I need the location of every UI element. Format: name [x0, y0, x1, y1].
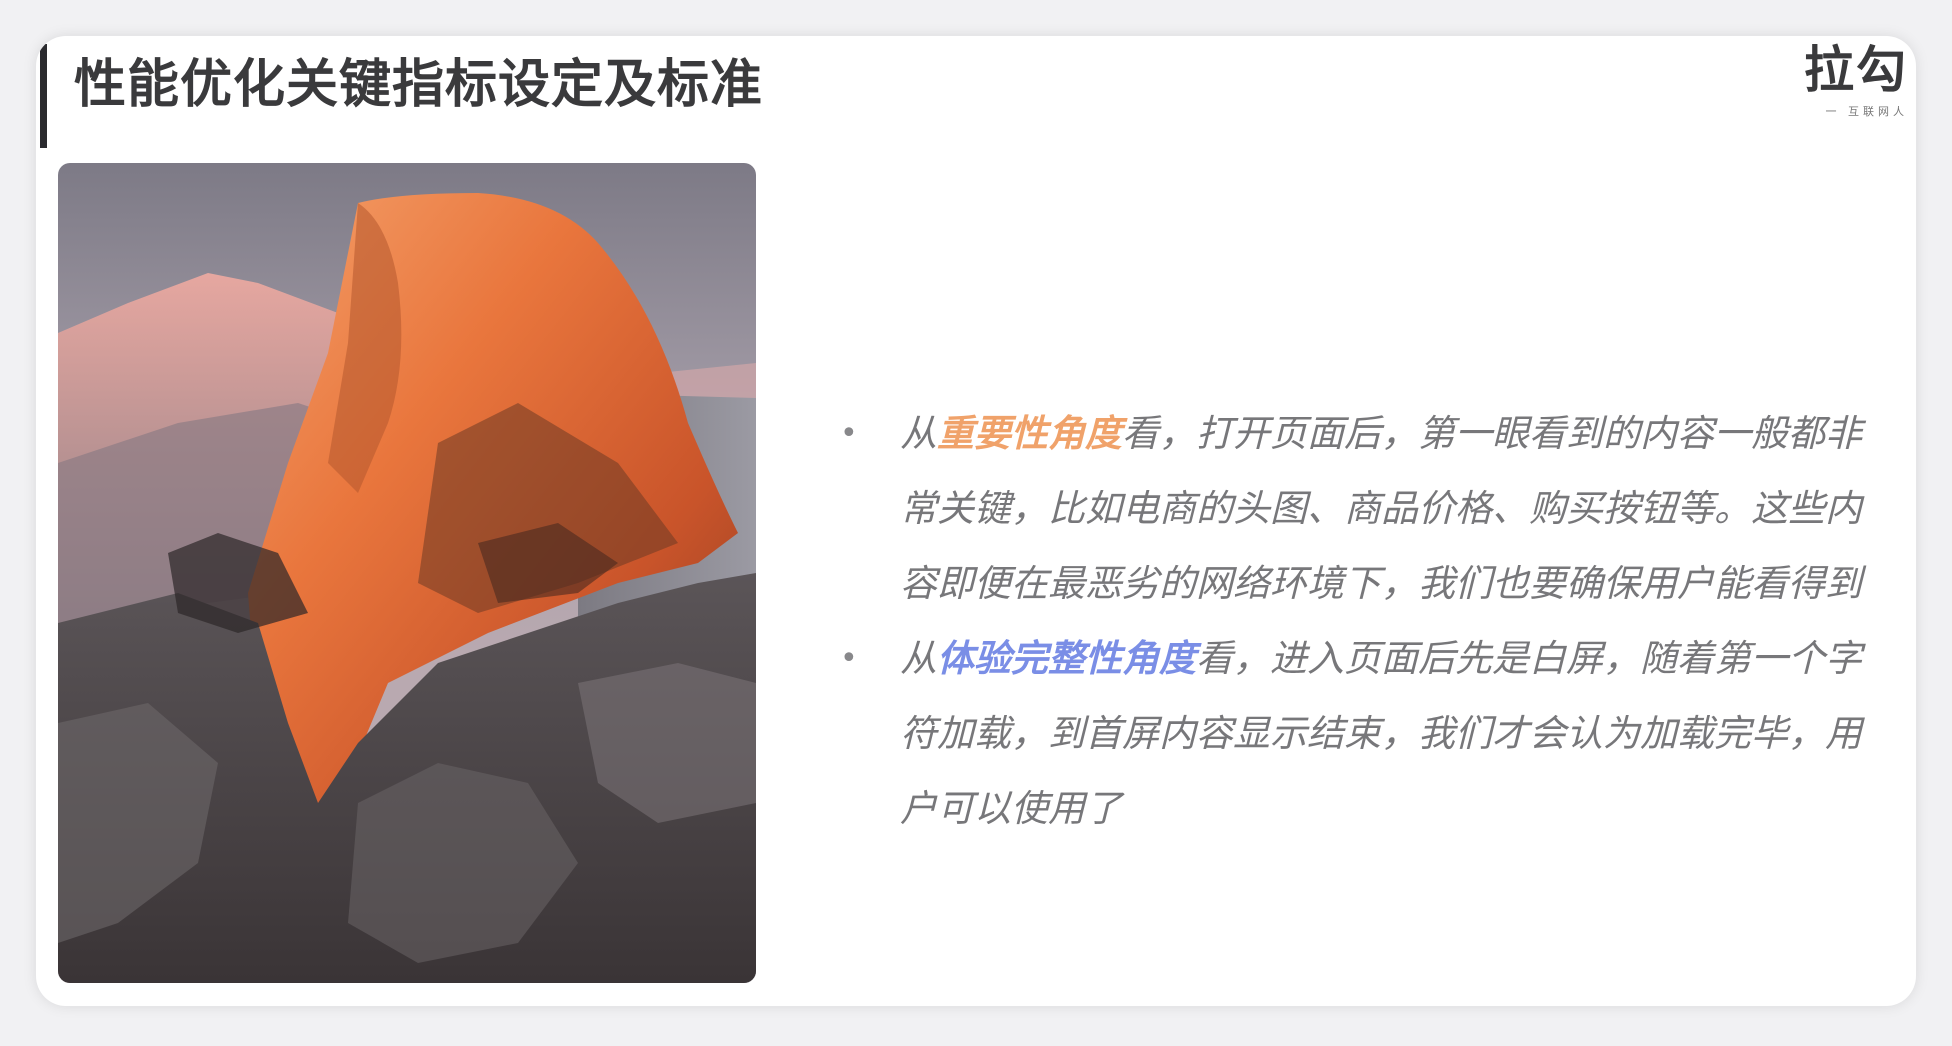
bullet-dot-icon: •: [840, 416, 858, 451]
bullet-item-importance: • 从重要性角度看，打开页面后，第一眼看到的内容一般都非常关键，比如电商的头图、商…: [804, 396, 1884, 621]
slide: 性能优化关键指标设定及标准 拉勾 一 互联网人 • 从重要性角度看，打开页面后，…: [36, 36, 1916, 1006]
logo-tagline: 一 互联网人: [1825, 105, 1908, 118]
half-dome-image: [58, 163, 756, 983]
bullet-dot-icon: •: [840, 641, 858, 676]
bullet-highlight: 重要性角度: [937, 412, 1122, 455]
bullet-highlight: 体验完整性角度: [937, 637, 1196, 680]
bullet-prefix: 从: [900, 637, 937, 680]
bullet-item-experience: • 从体验完整性角度看，进入页面后先是白屏，随着第一个字符加载，到首屏内容显示结束…: [804, 621, 1884, 846]
slide-title: 性能优化关键指标设定及标准: [74, 55, 764, 115]
logo-text: 拉勾: [1804, 41, 1908, 99]
mountain-photo: [58, 163, 756, 983]
screen: 性能优化关键指标设定及标准 拉勾 一 互联网人 • 从重要性角度看，打开页面后，…: [0, 0, 1952, 1046]
lagou-logo: 拉勾 一 互联网人: [1798, 36, 1908, 126]
bullet-list: • 从重要性角度看，打开页面后，第一眼看到的内容一般都非常关键，比如电商的头图、商…: [804, 396, 1884, 846]
title-accent-bar: [40, 44, 47, 148]
bullet-prefix: 从: [900, 412, 937, 455]
